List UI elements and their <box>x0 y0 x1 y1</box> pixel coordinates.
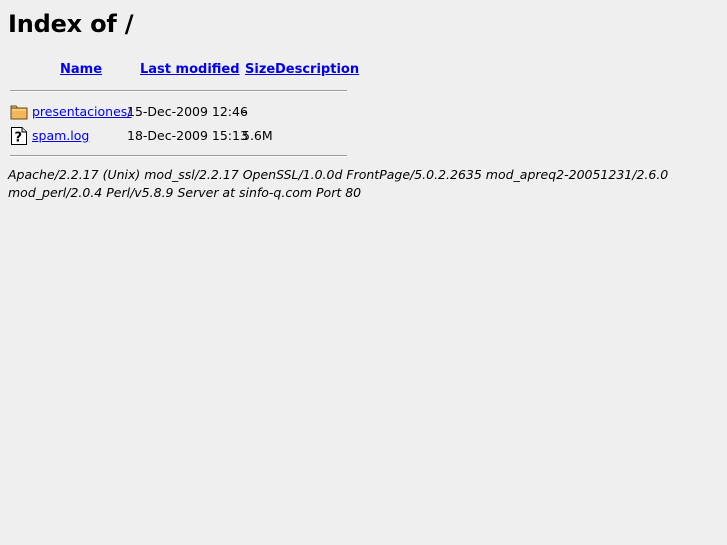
server-signature: Apache/2.2.17 (Unix) mod_ssl/2.2.17 Open… <box>8 167 669 200</box>
file-link-presentaciones[interactable]: presentaciones/ <box>32 102 132 122</box>
folder-icon <box>10 103 28 121</box>
header-divider <box>10 90 347 92</box>
sort-by-name-link[interactable]: Name <box>60 62 102 78</box>
svg-text:?: ? <box>15 131 23 146</box>
last-modified-value: 18-Dec-2009 15:13 <box>127 128 248 143</box>
unknown-file-icon: ? <box>10 127 28 146</box>
size-value: - <box>242 104 247 119</box>
size-value: 5.6M <box>242 128 273 143</box>
sort-by-size-link[interactable]: Size <box>245 62 275 78</box>
listing-row: presentaciones/ 15-Dec-2009 12:46 - <box>10 102 350 122</box>
sort-by-description-link[interactable]: Description <box>275 62 359 78</box>
page-title: Index of / <box>8 10 134 38</box>
footer-divider <box>10 155 347 157</box>
directory-listing-page: Index of / Name Last modified Size Descr… <box>0 0 727 545</box>
listing-row: ? spam.log 18-Dec-2009 15:13 5.6M <box>10 126 350 146</box>
file-link-spam-log[interactable]: spam.log <box>32 126 89 146</box>
last-modified-value: 15-Dec-2009 12:46 <box>127 104 248 119</box>
sort-by-last-modified-link[interactable]: Last modified <box>140 62 240 78</box>
